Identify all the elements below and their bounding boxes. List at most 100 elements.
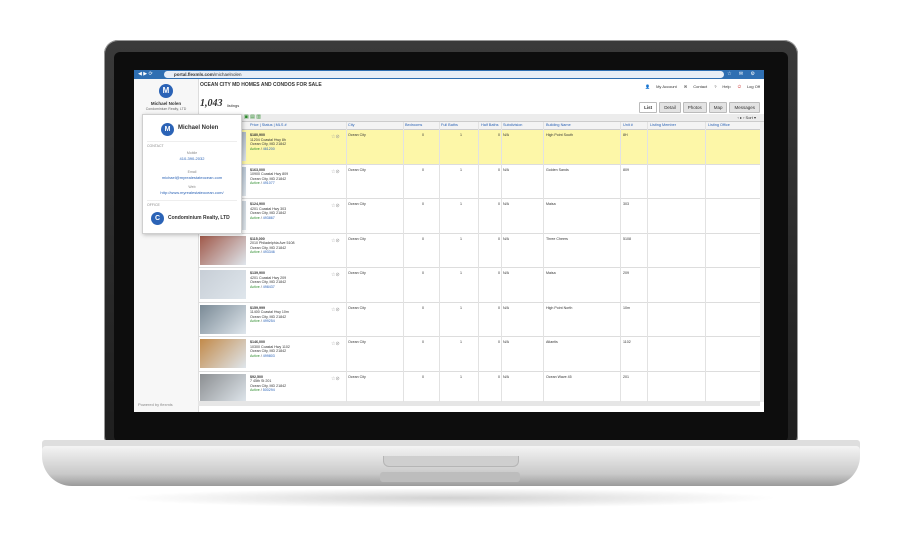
sort-label[interactable]: Sort xyxy=(746,115,753,120)
web-link[interactable]: http://www.myrealestateocean.com/ xyxy=(143,190,241,195)
table-row[interactable]: $124,900 4201 Coastal Hwy 303 Ocean City… xyxy=(198,199,760,234)
listing-subdivision: N/A xyxy=(503,202,509,206)
email-label: Email xyxy=(187,170,197,174)
tab-list[interactable]: List xyxy=(639,102,658,113)
listing-mls[interactable]: 493346 xyxy=(263,250,275,254)
listing-mls[interactable]: 499803 xyxy=(263,354,275,358)
help-link[interactable]: Help xyxy=(722,84,730,89)
table-row[interactable]: $139,900 4201 Coastal Hwy 209 Ocean City… xyxy=(198,268,760,303)
agent-name[interactable]: Michael Nolen xyxy=(134,101,198,106)
favorite-icon[interactable]: ☆⊘ xyxy=(331,307,340,313)
listing-photo[interactable] xyxy=(200,373,246,403)
agent-avatar[interactable]: M xyxy=(159,84,173,98)
table-row[interactable]: $180,900 11204 Coastal Hwy 8h Ocean City… xyxy=(198,130,760,165)
divider xyxy=(147,200,237,201)
listing-bedrooms: 0 xyxy=(422,374,424,379)
my-account-link[interactable]: My Account xyxy=(656,84,677,89)
tab-map[interactable]: Map xyxy=(708,102,728,113)
listing-photo[interactable] xyxy=(200,270,246,299)
table-row[interactable]: $146,000 10300 Coastal Hwy 1102 Ocean Ci… xyxy=(198,337,760,372)
web-label: Web xyxy=(188,185,196,189)
col-building-name[interactable]: Building Name xyxy=(546,123,571,127)
listing-photo[interactable] xyxy=(200,304,246,334)
col-price-status-mls[interactable]: Price | Status | MLS # xyxy=(250,123,287,127)
listing-building-name: Maisa xyxy=(546,271,556,275)
powered-by-logo[interactable]: Powered by flexmls xyxy=(138,402,173,407)
tab-photos[interactable]: Photos xyxy=(682,102,707,113)
page-title: OCEAN CITY MD HOMES AND CONDOS FOR SALE xyxy=(200,82,322,88)
log-off-link[interactable]: Log Off xyxy=(747,84,760,89)
favorite-icon[interactable]: ☆⊘ xyxy=(331,272,340,278)
listing-status: Active xyxy=(250,181,260,186)
browser-extension-icons[interactable]: ☆ ✉ ⚙ xyxy=(727,71,758,77)
contact-link[interactable]: Contact xyxy=(693,84,707,89)
phone-label: Mobile xyxy=(186,151,198,155)
screen: ◀ ▶ ⟳ portal.flexmls.com/michaelnolen ☆ … xyxy=(134,70,764,412)
contact-heading: CONTACT xyxy=(147,144,164,148)
listing-full-baths: 1 xyxy=(460,202,462,206)
listing-status: Active xyxy=(250,146,260,151)
favorite-icon[interactable]: ☆⊘ xyxy=(331,203,340,209)
listing-subdivision: N/A xyxy=(503,133,509,137)
listing-photo[interactable] xyxy=(200,339,246,368)
table-row[interactable]: $115,000 2010 Philadelphia Ave 5108 Ocea… xyxy=(198,234,760,268)
email-link[interactable]: michael@myrealestateocean.com xyxy=(143,175,241,180)
favorite-icon[interactable]: ☆⊘ xyxy=(331,376,340,382)
vertical-scrollbar[interactable] xyxy=(760,122,764,402)
listing-status: Active xyxy=(250,353,260,358)
listing-mls[interactable]: 491077 xyxy=(263,181,275,185)
laptop-trackpad xyxy=(380,472,520,482)
col-listing-office[interactable]: Listing Office xyxy=(708,123,730,127)
column-divider xyxy=(620,122,621,402)
listing-address: 10900 Coastal Hwy 809 xyxy=(250,172,289,177)
tab-messages[interactable]: Messages xyxy=(729,102,760,113)
tab-detail[interactable]: Detail xyxy=(659,102,681,113)
listing-subdivision: N/A xyxy=(503,236,509,241)
table-header: Price | Status | MLS # City Bedrooms Ful… xyxy=(198,122,760,130)
listing-rows: $180,900 11204 Coastal Hwy 8h Ocean City… xyxy=(198,130,760,406)
favorite-icon[interactable]: ☆⊘ xyxy=(331,169,340,175)
col-full-baths[interactable]: Full Baths xyxy=(441,123,458,127)
listing-mls[interactable]: 498437 xyxy=(263,285,275,289)
listing-photo[interactable] xyxy=(200,235,246,265)
favorite-icon[interactable]: ☆⊘ xyxy=(331,134,340,140)
listing-unit: 809 xyxy=(623,167,629,172)
table-row[interactable]: $159,999 11400 Coastal Hwy 10m Ocean Cit… xyxy=(198,303,760,337)
table-row[interactable]: $163,000 10900 Coastal Hwy 809 Ocean Cit… xyxy=(198,165,760,199)
listing-mls[interactable]: 493867 xyxy=(263,216,275,220)
col-subdivision[interactable]: Subdivision xyxy=(503,123,522,127)
address-bar[interactable]: portal.flexmls.com/michaelnolen xyxy=(164,71,724,78)
listing-status: Active xyxy=(250,388,260,393)
col-city[interactable]: City xyxy=(348,123,355,127)
listing-city: Ocean City xyxy=(348,271,366,275)
listing-city: Ocean City xyxy=(348,305,366,310)
popup-agent-avatar: M xyxy=(161,123,174,136)
listing-status: Active xyxy=(250,215,260,220)
listing-address: 11400 Coastal Hwy 10m xyxy=(250,310,289,315)
col-bedrooms[interactable]: Bedrooms xyxy=(405,123,422,127)
sort-control[interactable]: ‹ ▸ › Sort ▾ xyxy=(738,115,756,120)
toolbar-icons[interactable]: ▣ ▤ ▥ xyxy=(244,114,261,120)
phone-link[interactable]: 410-390-2032 xyxy=(143,156,241,161)
office-name[interactable]: Condominium Realty, LTD xyxy=(168,215,230,221)
listing-city: Ocean City xyxy=(348,167,366,172)
listing-half-baths: 0 xyxy=(498,236,500,241)
listing-half-baths: 0 xyxy=(498,374,500,379)
listing-mls[interactable]: 461200 xyxy=(263,147,275,151)
back-forward-icon[interactable]: ◀ ▶ ⟳ xyxy=(138,71,153,77)
favorite-icon[interactable]: ☆⊘ xyxy=(331,238,340,244)
listing-mls[interactable]: 500294 xyxy=(263,388,275,392)
favorite-icon[interactable]: ☆⊘ xyxy=(331,341,340,347)
listing-mls[interactable]: 499254 xyxy=(263,319,275,323)
column-divider xyxy=(501,122,502,402)
listing-status: Active xyxy=(250,284,260,289)
col-half-baths[interactable]: Half Baths xyxy=(481,123,499,127)
listing-building-name: Maisa xyxy=(546,202,556,206)
col-listing-member[interactable]: Listing Member xyxy=(650,123,676,127)
listing-half-baths: 0 xyxy=(498,340,500,344)
help-icon: ? xyxy=(714,84,717,89)
horizontal-scrollbar[interactable] xyxy=(198,401,760,406)
listing-bedrooms: 0 xyxy=(422,133,424,137)
col-unit[interactable]: Unit # xyxy=(623,123,633,127)
url-path: /michaelnolen xyxy=(213,72,242,77)
